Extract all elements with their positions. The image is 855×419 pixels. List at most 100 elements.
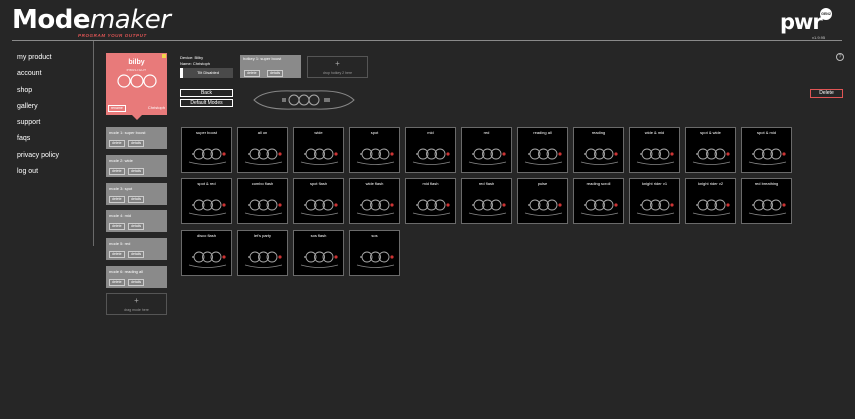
light-preview-icon xyxy=(300,148,339,165)
mode-tile-name: spot xyxy=(370,130,379,135)
mode-details-button[interactable]: details xyxy=(128,168,145,175)
rename-button[interactable]: rename xyxy=(108,105,126,112)
tilt-status[interactable]: Tilt Disabled xyxy=(180,68,233,78)
mode-tile[interactable]: mid flash xyxy=(405,178,456,224)
nav-item[interactable]: support xyxy=(17,118,59,134)
mode-details-button[interactable]: details xyxy=(128,223,145,230)
mode-tile-name: mid flash xyxy=(422,181,439,186)
mode-tile[interactable]: combo flash xyxy=(237,178,288,224)
mode-tile[interactable]: reading all xyxy=(517,127,568,173)
logo-italic: maker xyxy=(89,5,171,35)
mode-tile-name: reading scroll xyxy=(586,181,611,186)
mode-tile[interactable]: wide xyxy=(293,127,344,173)
mode-card-label: mode 2: wide xyxy=(109,158,133,163)
mode-tile[interactable]: sos flash xyxy=(293,230,344,276)
mode-card[interactable]: mode 6: reading all delete details xyxy=(106,266,167,288)
mode-tile-name: pulse xyxy=(537,181,548,186)
mode-tile-name: sos xyxy=(371,233,378,238)
light-preview-icon xyxy=(300,251,339,268)
mode-tile[interactable]: super boost xyxy=(181,127,232,173)
nav-item[interactable]: privacy policy xyxy=(17,151,59,167)
mode-drop-text: drag mode here xyxy=(124,308,149,312)
mode-dropzone[interactable]: + drag mode here xyxy=(106,293,167,315)
mode-delete-button[interactable]: delete xyxy=(109,196,125,203)
light-preview-icon xyxy=(524,148,563,165)
mode-tile[interactable]: sos xyxy=(349,230,400,276)
modemaker-page: Modemaker PROGRAM YOUR OUTPUT pwr GEN2 v… xyxy=(0,0,855,419)
device-subtitle: PWRLIGHT xyxy=(126,68,147,72)
mode-card[interactable]: mode 5: red delete details xyxy=(106,238,167,260)
mode-tile[interactable]: disco flash xyxy=(181,230,232,276)
mode-tile-name: super boost xyxy=(196,130,217,135)
mode-details-button[interactable]: details xyxy=(128,196,145,203)
nav-item[interactable]: my product xyxy=(17,53,59,69)
light-preview-icon xyxy=(188,148,227,165)
mode-tile[interactable]: let's party xyxy=(237,230,288,276)
mode-delete-button[interactable]: delete xyxy=(109,279,125,286)
mode-tile[interactable]: knight rider v2 xyxy=(685,178,736,224)
mode-card[interactable]: mode 2: wide delete details xyxy=(106,155,167,177)
nav-item[interactable]: shop xyxy=(17,86,59,102)
mode-tile[interactable]: wide flash xyxy=(349,178,400,224)
light-preview-icon xyxy=(356,199,395,216)
mode-tile[interactable]: red xyxy=(461,127,512,173)
light-preview-icon xyxy=(300,199,339,216)
mode-tile-name: knight rider v2 xyxy=(697,181,724,186)
hotkey-1-label: hotkey 1: super boost xyxy=(243,56,282,61)
device-owner: Christoph xyxy=(147,105,165,110)
mode-delete-button[interactable]: delete xyxy=(109,223,125,230)
hotkey-2-dropzone[interactable]: + drop hotkey 2 here xyxy=(307,56,368,78)
mode-details-button[interactable]: details xyxy=(128,279,145,286)
mode-tile[interactable]: red flash xyxy=(461,178,512,224)
nav-divider xyxy=(93,41,94,246)
nav-item[interactable]: account xyxy=(17,69,59,85)
back-button[interactable]: Back xyxy=(180,89,233,97)
pwr-logo[interactable]: pwr xyxy=(780,10,823,34)
device-card[interactable]: bilby PWRLIGHT rename Christoph xyxy=(106,53,167,115)
mode-tile-name: red xyxy=(483,130,490,135)
nav-item[interactable]: faqs xyxy=(17,134,59,150)
mode-card[interactable]: mode 1: super boost delete details xyxy=(106,127,167,149)
mode-tile[interactable]: knight rider v1 xyxy=(629,178,680,224)
mode-tile-name: let's party xyxy=(254,233,271,238)
nav-item[interactable]: gallery xyxy=(17,102,59,118)
mode-delete-button[interactable]: delete xyxy=(109,168,125,175)
mode-tile-name: spot flash xyxy=(309,181,328,186)
mode-card-label: mode 3: spot xyxy=(109,186,133,191)
mode-card-label: mode 1: super boost xyxy=(109,130,146,135)
mode-tile[interactable]: spot flash xyxy=(293,178,344,224)
mode-details-button[interactable]: details xyxy=(128,140,145,147)
hotkey-1-card[interactable]: hotkey 1: super boost delete details xyxy=(240,55,301,78)
mode-tile[interactable]: spot xyxy=(349,127,400,173)
delete-button[interactable]: Delete xyxy=(810,89,843,98)
nav-item[interactable]: log out xyxy=(17,167,59,183)
light-preview-icon xyxy=(468,199,507,216)
help-icon[interactable]: ? xyxy=(836,53,844,61)
mode-tile-name: wide & mid xyxy=(644,130,665,135)
mode-tile[interactable]: reading xyxy=(573,127,624,173)
mode-delete-button[interactable]: delete xyxy=(109,140,125,147)
mode-tile[interactable]: reading scroll xyxy=(573,178,624,224)
mode-tile-name: all on xyxy=(257,130,268,135)
mode-tile[interactable]: spot & mid xyxy=(741,127,792,173)
mode-tile[interactable]: red breathing xyxy=(741,178,792,224)
device-graphic-icon xyxy=(253,90,355,110)
mode-details-button[interactable]: details xyxy=(128,251,145,258)
hotkey-drop-text: drop hotkey 2 here xyxy=(322,71,353,75)
hotkey-details-button[interactable]: details xyxy=(267,70,284,77)
mode-tile[interactable]: pulse xyxy=(517,178,568,224)
default-modes-button[interactable]: Default Modes xyxy=(180,99,233,107)
modemaker-logo[interactable]: Modemaker PROGRAM YOUR OUTPUT xyxy=(12,5,171,38)
mode-tile-name: sos flash xyxy=(310,233,327,238)
mode-tile[interactable]: wide & mid xyxy=(629,127,680,173)
mode-tile[interactable]: spot & wide xyxy=(685,127,736,173)
hotkey-delete-button[interactable]: delete xyxy=(244,70,260,77)
mode-delete-button[interactable]: delete xyxy=(109,251,125,258)
mode-card[interactable]: mode 4: mid delete details xyxy=(106,210,167,232)
mode-card[interactable]: mode 3: spot delete details xyxy=(106,183,167,205)
mode-tile[interactable]: spot & red xyxy=(181,178,232,224)
device-info: Device: Bilby Name: Christoph xyxy=(180,55,210,66)
mode-tile[interactable]: all on xyxy=(237,127,288,173)
mode-tile[interactable]: mid xyxy=(405,127,456,173)
light-preview-icon xyxy=(244,199,283,216)
